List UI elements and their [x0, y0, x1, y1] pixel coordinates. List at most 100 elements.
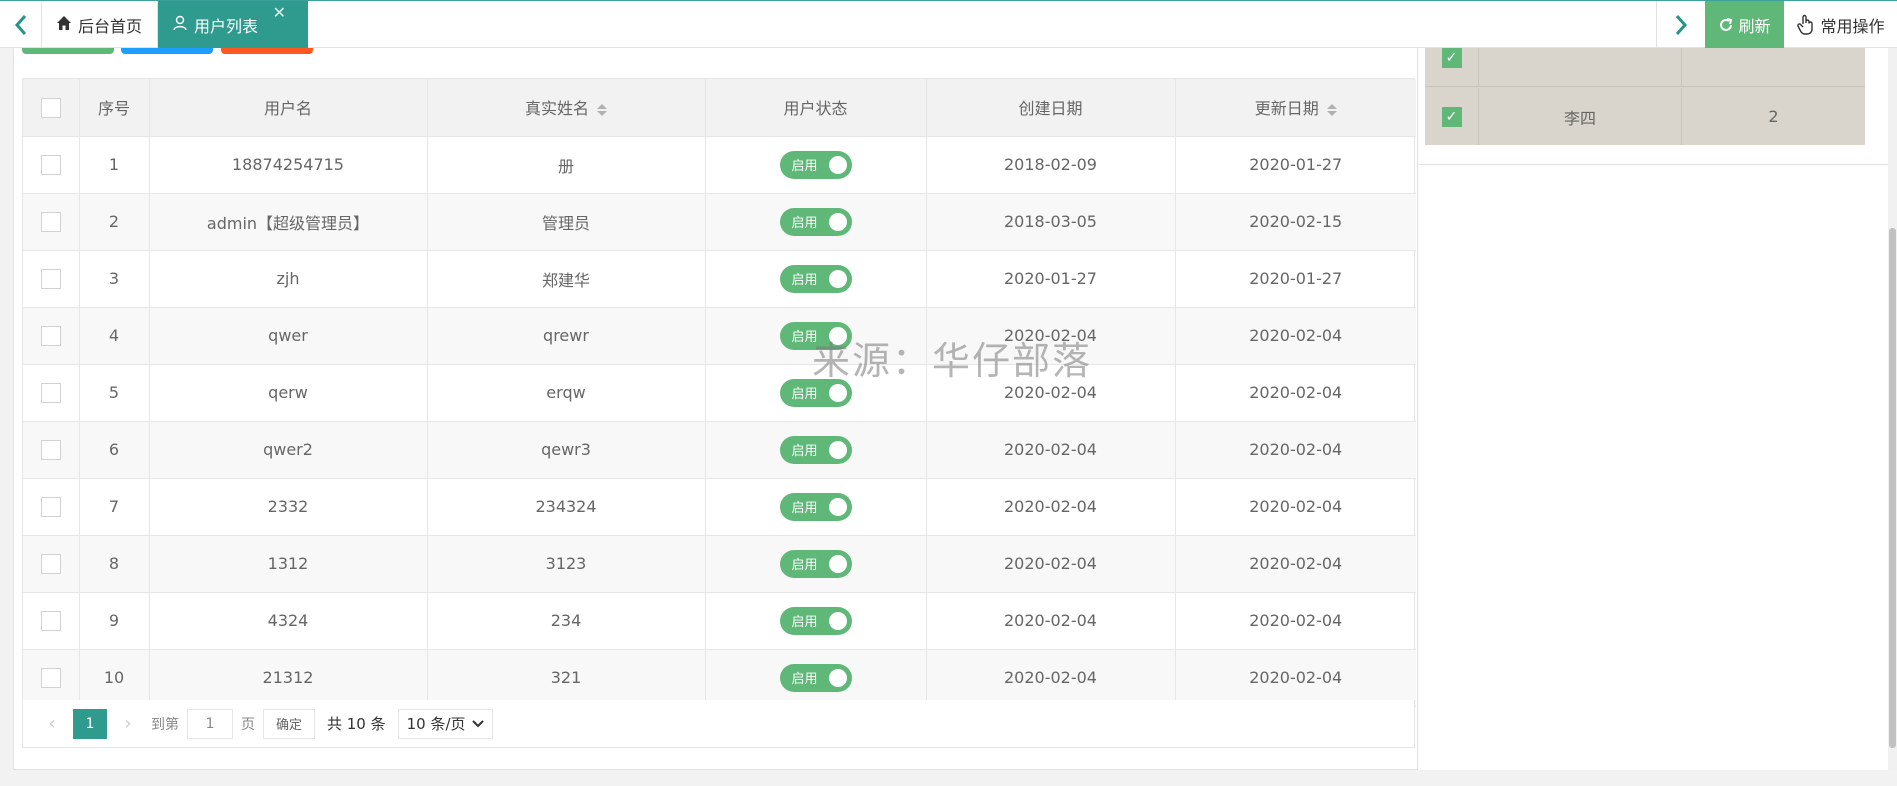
- table-row[interactable]: 8 1312 3123 启用 2020-02-04 2020-02-04: [23, 535, 1416, 593]
- next-page-icon[interactable]: ›: [113, 713, 143, 734]
- cell-username: admin【超级管理员】: [149, 193, 428, 251]
- cell-realname: qrewr: [427, 307, 706, 365]
- row-checkbox[interactable]: [40, 667, 61, 688]
- tab-user-list[interactable]: 用户列表 ✕: [158, 1, 308, 48]
- row-checkbox-checked[interactable]: ✓: [1441, 106, 1462, 127]
- sort-icon[interactable]: [1326, 103, 1337, 116]
- row-checkbox[interactable]: [40, 268, 61, 289]
- prev-page-icon[interactable]: ‹: [37, 713, 67, 734]
- header-updated-label: 更新日期: [1254, 99, 1319, 119]
- row-checkbox[interactable]: [40, 325, 61, 346]
- cell-updated: 2020-02-04: [1175, 535, 1416, 593]
- close-icon[interactable]: ✕: [273, 3, 286, 22]
- goto-confirm-button[interactable]: 确定: [263, 708, 315, 739]
- status-toggle-label: 启用: [791, 672, 818, 687]
- cell-realname: 234: [427, 592, 706, 650]
- header-status: 用户状态: [705, 79, 927, 137]
- row-checkbox[interactable]: [40, 211, 61, 232]
- status-toggle[interactable]: 启用: [779, 492, 852, 521]
- side-cell-value: 2: [1768, 107, 1779, 126]
- cell-index: 8: [79, 535, 150, 593]
- cell-index: 6: [79, 421, 150, 479]
- row-select-cell[interactable]: [23, 478, 80, 536]
- status-toggle[interactable]: 启用: [779, 378, 852, 407]
- toolbar-button-red[interactable]: [221, 48, 313, 54]
- vertical-scrollbar[interactable]: [1888, 48, 1897, 770]
- current-page-button[interactable]: 1: [73, 708, 107, 739]
- cell-realname: 册: [427, 136, 706, 194]
- tab-scroll-right-button[interactable]: [1656, 1, 1704, 48]
- page-size-value: 10 条/页: [406, 715, 466, 733]
- cell-created: 2020-02-04: [926, 421, 1176, 479]
- tab-scroll-left-button[interactable]: [0, 1, 42, 48]
- goto-page-input[interactable]: 1: [187, 708, 233, 739]
- page-size-select[interactable]: 10 条/页: [397, 708, 493, 739]
- cell-updated: 2020-02-04: [1175, 421, 1416, 479]
- status-toggle[interactable]: 启用: [779, 663, 852, 692]
- user-icon: [172, 15, 190, 35]
- status-toggle[interactable]: 启用: [779, 207, 852, 236]
- header-select-all[interactable]: [23, 79, 80, 137]
- table-row[interactable]: 6 qwer2 qewr3 启用 2020-02-04 2020-02-04: [23, 421, 1416, 479]
- row-select-cell[interactable]: [23, 250, 80, 308]
- cell-created: 2020-02-04: [926, 307, 1176, 365]
- table-row[interactable]: 5 qerw erqw 启用 2020-02-04 2020-02-04: [23, 364, 1416, 422]
- row-checkbox[interactable]: [40, 439, 61, 460]
- common-ops-label: 常用操作: [1820, 16, 1885, 36]
- table-row[interactable]: 1 18874254715 册 启用 2018-02-09 2020-01-27: [23, 136, 1416, 194]
- row-checkbox[interactable]: [40, 154, 61, 175]
- row-checkbox[interactable]: [40, 382, 61, 403]
- status-toggle[interactable]: 启用: [779, 264, 852, 293]
- header-updated[interactable]: 更新日期: [1175, 79, 1416, 137]
- refresh-button[interactable]: 刷新: [1705, 1, 1784, 48]
- row-checkbox-checked[interactable]: ✓: [1441, 48, 1462, 68]
- status-toggle[interactable]: 启用: [779, 435, 852, 464]
- table-row[interactable]: 4 qwer qrewr 启用 2020-02-04 2020-02-04: [23, 307, 1416, 365]
- cell-username: qwer: [149, 307, 428, 365]
- side-cell-value: [1682, 48, 1865, 86]
- table-row[interactable]: 3 zjh 郑建华 启用 2020-01-27 2020-01-27: [23, 250, 1416, 308]
- scrollbar-thumb[interactable]: [1889, 228, 1896, 748]
- sort-icon[interactable]: [597, 103, 607, 116]
- row-checkbox[interactable]: [40, 496, 61, 517]
- status-toggle[interactable]: 启用: [779, 321, 852, 350]
- row-select-cell[interactable]: [23, 364, 80, 422]
- cell-index: 10: [79, 649, 150, 707]
- row-select-cell[interactable]: [23, 193, 80, 251]
- table-row[interactable]: 10 21312 321 启用 2020-02-04 2020-02-04: [23, 649, 1416, 707]
- common-ops-button[interactable]: 常用操作: [1784, 1, 1897, 48]
- row-checkbox[interactable]: [40, 610, 61, 631]
- row-select-cell[interactable]: [23, 592, 80, 650]
- status-toggle[interactable]: 启用: [779, 150, 852, 179]
- cell-index: 7: [79, 478, 150, 536]
- tab-home[interactable]: 后台首页: [42, 1, 158, 48]
- cell-created: 2018-03-05: [926, 193, 1176, 251]
- table-row[interactable]: 9 4324 234 启用 2020-02-04 2020-02-04: [23, 592, 1416, 650]
- table-row[interactable]: 7 2332 234324 启用 2020-02-04 2020-02-04: [23, 478, 1416, 536]
- cell-updated: 2020-02-04: [1175, 592, 1416, 650]
- status-toggle[interactable]: 启用: [779, 549, 852, 578]
- row-select-cell[interactable]: [23, 307, 80, 365]
- cell-created: 2020-02-04: [926, 364, 1176, 422]
- table-row[interactable]: 2 admin【超级管理员】 管理员 启用 2018-03-05 2020-02-15: [23, 193, 1416, 251]
- cell-realname: 234324: [427, 478, 706, 536]
- header-realname[interactable]: 真实姓名: [427, 79, 706, 137]
- cell-index: 2: [79, 193, 150, 251]
- row-select-cell[interactable]: [23, 421, 80, 479]
- side-cell-name: 李四: [1479, 88, 1682, 145]
- status-toggle[interactable]: 启用: [779, 606, 852, 635]
- select-all-checkbox[interactable]: [40, 97, 61, 118]
- row-checkbox[interactable]: [40, 553, 61, 574]
- toggle-knob: [828, 440, 847, 459]
- side-table-row[interactable]: ✓: [1425, 48, 1865, 87]
- side-table-row[interactable]: ✓ 李四 2: [1425, 88, 1865, 145]
- row-select-cell[interactable]: [23, 649, 80, 707]
- toolbar-button-green[interactable]: [22, 48, 114, 54]
- toggle-knob: [828, 554, 847, 573]
- row-select-cell[interactable]: [23, 136, 80, 194]
- toolbar-button-blue[interactable]: [121, 48, 213, 54]
- toggle-knob: [828, 383, 847, 402]
- status-toggle-label: 启用: [791, 444, 818, 459]
- row-select-cell[interactable]: [23, 535, 80, 593]
- cell-updated: 2020-01-27: [1175, 136, 1416, 194]
